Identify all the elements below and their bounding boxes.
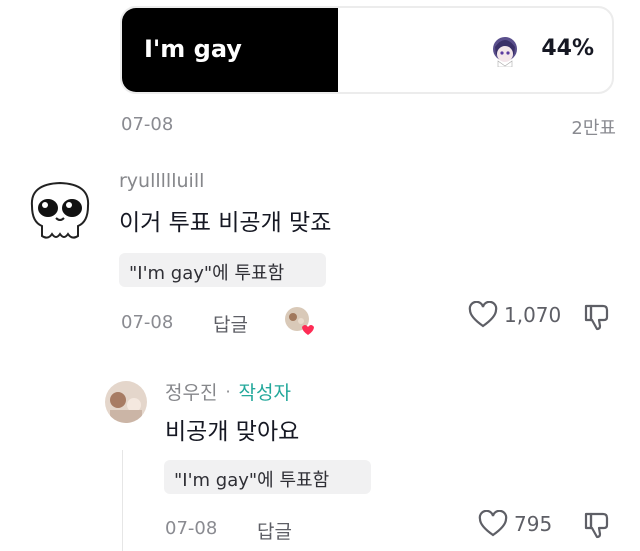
cartoon-skull-avatar-icon[interactable]	[22, 178, 98, 244]
comment-username[interactable]: 정우진	[165, 378, 217, 405]
vote-chip: "I'm gay"에 투표함	[164, 460, 371, 494]
thread-line	[122, 450, 123, 551]
separator: ·	[225, 382, 231, 401]
poll-bar[interactable]: I'm gay 44%	[120, 6, 614, 94]
user-avatar-icon[interactable]	[104, 380, 148, 424]
reply-button[interactable]: 답글	[257, 517, 292, 544]
heart-badge-icon	[302, 325, 314, 335]
heart-outline-icon[interactable]	[478, 510, 508, 538]
comment-username[interactable]: ryullllluill	[119, 170, 204, 192]
poll-date: 07-08	[121, 114, 174, 135]
anime-character-avatar-icon	[493, 37, 517, 67]
heart-outline-icon[interactable]	[468, 301, 498, 329]
like-count: 1,070	[504, 303, 562, 327]
comment-text: 비공개 맞아요	[165, 419, 300, 445]
poll-option-label: I'm gay	[144, 35, 242, 63]
comment-text: 이거 투표 비공개 맞죠	[119, 210, 332, 236]
dislike-icon[interactable]	[582, 302, 612, 332]
author-badge: 작성자	[238, 382, 291, 404]
creator-avatar-icon	[285, 307, 314, 335]
vote-chip: "I'm gay"에 투표함	[119, 253, 326, 287]
like-count: 795	[514, 512, 553, 536]
poll-percent: 44%	[541, 36, 594, 61]
dislike-icon[interactable]	[582, 510, 612, 540]
comment-date: 07-08	[121, 312, 174, 333]
like-button[interactable]: 795	[478, 509, 552, 539]
like-button[interactable]: 1,070	[468, 300, 561, 330]
comment-header: 정우진 · 작성자	[165, 378, 291, 405]
poll-vote-count: 2만표	[571, 118, 616, 139]
comment-date: 07-08	[165, 518, 218, 539]
creator-liked-badge	[283, 305, 317, 337]
reply-button[interactable]: 답글	[213, 310, 248, 337]
